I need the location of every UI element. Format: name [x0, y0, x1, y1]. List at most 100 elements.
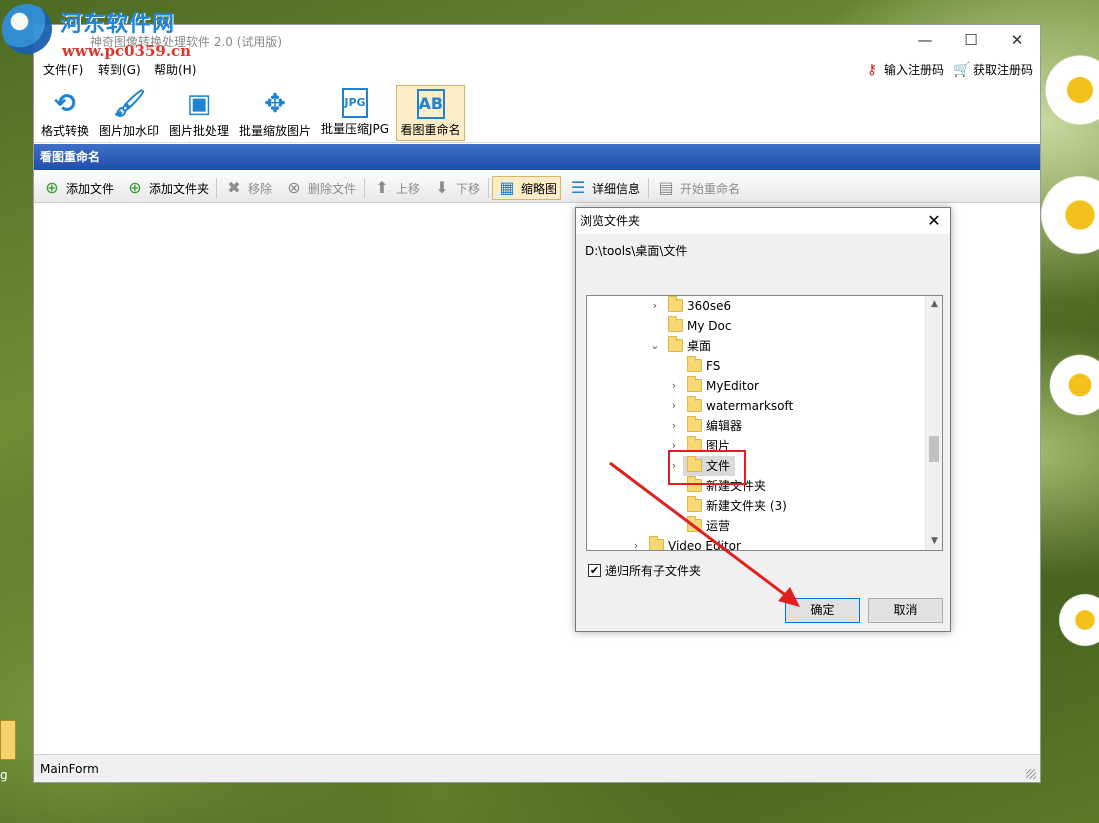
- buy-label: 获取注册码: [973, 63, 1034, 77]
- watermark-logo-icon: [2, 4, 52, 54]
- start-rename-label: 开始重命名: [680, 181, 741, 196]
- tree-item-label: 360se6: [687, 299, 732, 313]
- add-file-button[interactable]: ⊕ 添加文件: [38, 176, 117, 200]
- background-flower: [1040, 50, 1099, 130]
- tool-batch-process[interactable]: ▣ 图片批处理: [166, 85, 232, 141]
- tool-rename[interactable]: AB 看图重命名: [396, 85, 465, 141]
- convert-icon: ⟲: [54, 89, 76, 119]
- chevron-right-icon[interactable]: ›: [668, 376, 680, 396]
- folder-icon: [668, 336, 683, 352]
- menu-goto[interactable]: 转到(G): [98, 61, 141, 78]
- move-up-button[interactable]: ⬆ 上移: [368, 176, 423, 200]
- delete-file-button[interactable]: ⊗ 删除文件: [280, 176, 359, 200]
- register-link[interactable]: ⚷ 输入注册码: [864, 61, 944, 78]
- rename-icon: AB: [416, 89, 445, 119]
- rename-icon: ▤: [658, 178, 674, 197]
- selected-path: D:\tools\桌面\文件: [585, 244, 688, 258]
- dialog-title: 浏览文件夹: [580, 214, 641, 228]
- tool-label: 图片批处理: [168, 124, 229, 138]
- folder-icon: [687, 376, 702, 392]
- remove-label: 移除: [248, 181, 273, 196]
- tree-item[interactable]: ⌄ 桌面: [587, 336, 927, 356]
- watermark-site-name: 河东软件网: [60, 11, 176, 37]
- buy-link[interactable]: 🛒 获取注册码: [953, 61, 1033, 78]
- scroll-down-icon[interactable]: ▼: [926, 533, 942, 550]
- brush-icon: 🖌: [113, 89, 147, 119]
- toolbar-separator: [364, 178, 365, 198]
- desktop-shortcut-label: g: [0, 768, 8, 782]
- chevron-right-icon[interactable]: ›: [668, 396, 680, 416]
- section-title: 看图重命名: [34, 144, 1040, 170]
- image-icon: ▣: [186, 89, 212, 119]
- tree-item-label: watermarksoft: [706, 399, 794, 413]
- site-watermark: 河东软件网 www.pc0359.cn: [0, 0, 210, 62]
- folder-icon: [687, 396, 702, 412]
- scroll-up-icon[interactable]: ▲: [926, 296, 942, 313]
- dialog-title-bar: 浏览文件夹 ✕: [576, 208, 950, 234]
- status-bar: MainForm: [34, 754, 1040, 782]
- details-label: 详细信息: [592, 181, 641, 196]
- minimize-button[interactable]: —: [902, 25, 948, 55]
- folder-icon: [687, 356, 702, 372]
- cancel-button[interactable]: 取消: [868, 598, 943, 623]
- tree-item[interactable]: › 360se6: [587, 296, 927, 316]
- move-arrows-icon: ✥: [264, 89, 286, 119]
- register-label: 输入注册码: [884, 63, 945, 77]
- move-down-button[interactable]: ⬇ 下移: [428, 176, 483, 200]
- tree-scrollbar[interactable]: ▲ ▼: [925, 296, 942, 550]
- list-icon: ☰: [570, 178, 586, 197]
- arrow-down-icon: ⬇: [435, 178, 449, 197]
- details-view-button[interactable]: ☰ 详细信息: [564, 176, 643, 200]
- tool-watermark[interactable]: 🖌 图片加水印: [96, 85, 162, 141]
- desktop-shortcut-icon[interactable]: [0, 720, 16, 760]
- resize-grip-icon[interactable]: [1026, 769, 1036, 779]
- tree-item-label: FS: [706, 359, 721, 373]
- tool-format-convert[interactable]: ⟲ 格式转换: [38, 85, 92, 141]
- annotation-arrow: [609, 461, 800, 607]
- scroll-thumb[interactable]: [929, 436, 939, 462]
- close-button[interactable]: ✕: [994, 25, 1040, 55]
- folder-icon: [668, 316, 683, 332]
- delete-icon: ⊗: [287, 178, 301, 197]
- tree-item-label: 桌面: [687, 339, 712, 353]
- chevron-right-icon[interactable]: ›: [668, 416, 680, 436]
- tree-item[interactable]: › 编辑器: [587, 416, 927, 436]
- grid-icon: ▦: [499, 178, 515, 197]
- tool-batch-resize[interactable]: ✥ 批量缩放图片: [236, 85, 314, 141]
- tree-item[interactable]: › 图片: [587, 436, 927, 456]
- maximize-button[interactable]: ☐: [948, 25, 994, 55]
- delete-file-label: 删除文件: [308, 181, 357, 196]
- menu-help[interactable]: 帮助(H): [154, 61, 196, 78]
- folder-icon: [687, 416, 702, 432]
- tool-compress-jpg[interactable]: JPG 批量压缩JPG: [318, 85, 392, 141]
- tree-item[interactable]: My Doc: [587, 316, 927, 336]
- remove-button[interactable]: ✖ 移除: [220, 176, 275, 200]
- dialog-close-button[interactable]: ✕: [924, 210, 944, 232]
- cart-icon: 🛒: [953, 61, 971, 78]
- background-flower: [1035, 170, 1099, 260]
- background-flower: [1045, 350, 1099, 420]
- chevron-right-icon[interactable]: ›: [649, 296, 661, 316]
- add-file-icon: ⊕: [45, 178, 59, 197]
- arrow-up-icon: ⬆: [375, 178, 389, 197]
- toolbar-separator: [488, 178, 489, 198]
- tree-item[interactable]: › watermarksoft: [587, 396, 927, 416]
- move-down-label: 下移: [456, 181, 481, 196]
- start-rename-button[interactable]: ▤ 开始重命名: [652, 176, 743, 200]
- tool-label: 批量压缩JPG: [320, 122, 390, 136]
- add-folder-button[interactable]: ⊕ 添加文件夹: [121, 176, 212, 200]
- folder-icon: [668, 296, 683, 312]
- status-text: MainForm: [40, 762, 99, 776]
- toolbar-separator: [648, 178, 649, 198]
- add-file-label: 添加文件: [66, 181, 115, 196]
- sub-toolbar: ⊕ 添加文件 ⊕ 添加文件夹 ✖ 移除 ⊗ 删除文件 ⬆ 上移 ⬇ 下移 ▦ 缩…: [34, 173, 1040, 203]
- chevron-down-icon[interactable]: ⌄: [649, 336, 661, 356]
- add-folder-label: 添加文件夹: [149, 181, 210, 196]
- watermark-url: www.pc0359.cn: [62, 42, 192, 60]
- thumbnail-label: 缩略图: [521, 181, 558, 196]
- menu-file[interactable]: 文件(F): [43, 61, 83, 78]
- thumbnail-view-button[interactable]: ▦ 缩略图: [492, 176, 562, 200]
- tool-label: 看图重命名: [400, 123, 461, 137]
- tree-item[interactable]: FS: [587, 356, 927, 376]
- tree-item[interactable]: › MyEditor: [587, 376, 927, 396]
